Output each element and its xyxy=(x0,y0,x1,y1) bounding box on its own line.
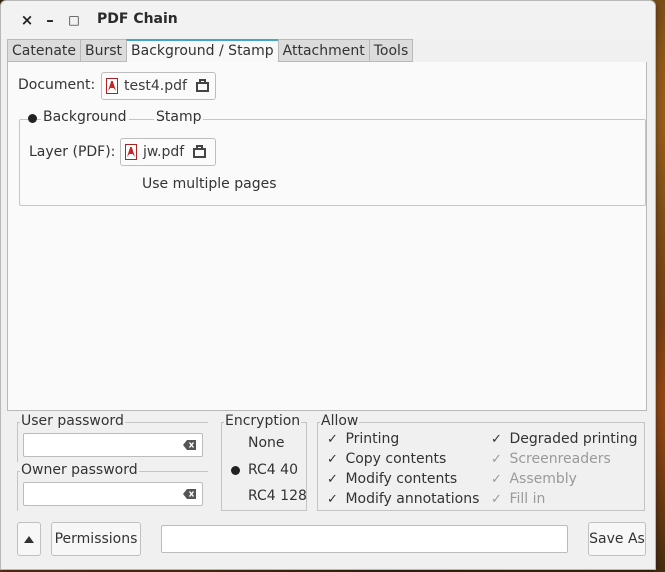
tab-bar: Catenate Burst Background / Stamp Attach… xyxy=(7,39,645,63)
allow-modify-contents-checkbox[interactable]: ✓ Modify contents xyxy=(327,471,457,487)
layer-file-button[interactable]: jw.pdf xyxy=(120,138,216,166)
document-file-button[interactable]: test4.pdf xyxy=(101,72,216,100)
minimize-icon[interactable]: – xyxy=(40,10,60,30)
use-multiple-pages-checkbox[interactable]: Use multiple pages xyxy=(142,176,276,192)
allow-degraded-printing-checkbox[interactable]: ✓ Degraded printing xyxy=(491,431,637,447)
tab-catenate[interactable]: Catenate xyxy=(7,39,81,62)
document-label: Document: xyxy=(18,77,96,93)
tab-attachment[interactable]: Attachment xyxy=(277,39,369,62)
background-stamp-panel: Document: test4.pdf Background Stamp Lay… xyxy=(7,62,647,411)
allow-label: Allow xyxy=(320,413,360,429)
mode-group xyxy=(19,119,646,206)
tab-burst[interactable]: Burst xyxy=(80,39,127,62)
up-arrow-icon xyxy=(24,535,34,543)
owner-password-input[interactable] xyxy=(23,482,203,506)
encryption-label: Encryption xyxy=(224,413,302,429)
permissions-button[interactable]: Permissions xyxy=(51,522,141,556)
security-area: User password Owner password Encryption … xyxy=(7,411,647,569)
clear-icon[interactable] xyxy=(183,439,197,451)
layer-file-name: jw.pdf xyxy=(143,144,185,160)
allow-copy-contents-checkbox[interactable]: ✓ Copy contents xyxy=(327,451,446,467)
titlebar: × – □ PDF Chain xyxy=(1,1,655,39)
toggle-settings-button[interactable] xyxy=(17,522,41,556)
close-icon[interactable]: × xyxy=(17,10,37,30)
pdf-chain-window: × – □ PDF Chain Catenate Burst Backgroun… xyxy=(0,0,656,570)
owner-password-label: Owner password xyxy=(20,462,139,478)
allow-fill-in-checkbox: ✓ Fill in xyxy=(491,491,546,507)
background-radio[interactable]: Background xyxy=(41,109,129,125)
maximize-icon[interactable]: □ xyxy=(64,10,84,30)
allow-printing-checkbox[interactable]: ✓ Printing xyxy=(327,431,399,447)
pdf-file-icon xyxy=(106,78,119,94)
tab-bar-fill xyxy=(413,39,645,63)
stamp-radio[interactable]: Stamp xyxy=(154,109,204,125)
allow-screenreaders-checkbox: ✓ Screenreaders xyxy=(491,451,611,467)
rc4-40-radio-dot xyxy=(231,466,240,475)
background-radio-dot xyxy=(28,114,37,123)
encryption-none-radio[interactable]: None xyxy=(248,435,285,451)
user-password-label: User password xyxy=(20,413,125,429)
user-password-input[interactable] xyxy=(23,433,203,457)
document-file-name: test4.pdf xyxy=(124,78,187,94)
allow-modify-annotations-checkbox[interactable]: ✓ Modify annotations xyxy=(327,491,479,507)
layer-label: Layer (PDF): xyxy=(29,144,116,160)
encryption-rc4-40-radio[interactable]: RC4 40 xyxy=(248,462,298,478)
output-path-field[interactable] xyxy=(161,525,568,553)
tab-tools[interactable]: Tools xyxy=(368,39,414,62)
open-file-icon xyxy=(193,145,207,159)
save-as-button[interactable]: Save As xyxy=(588,522,646,556)
allow-assembly-checkbox: ✓ Assembly xyxy=(491,471,577,487)
clear-icon[interactable] xyxy=(183,488,197,500)
encryption-rc4-128-radio[interactable]: RC4 128 xyxy=(248,488,307,504)
window-title: PDF Chain xyxy=(97,11,178,27)
open-file-icon xyxy=(195,79,210,93)
tab-background-stamp[interactable]: Background / Stamp xyxy=(126,39,278,63)
pdf-file-icon xyxy=(125,144,138,160)
